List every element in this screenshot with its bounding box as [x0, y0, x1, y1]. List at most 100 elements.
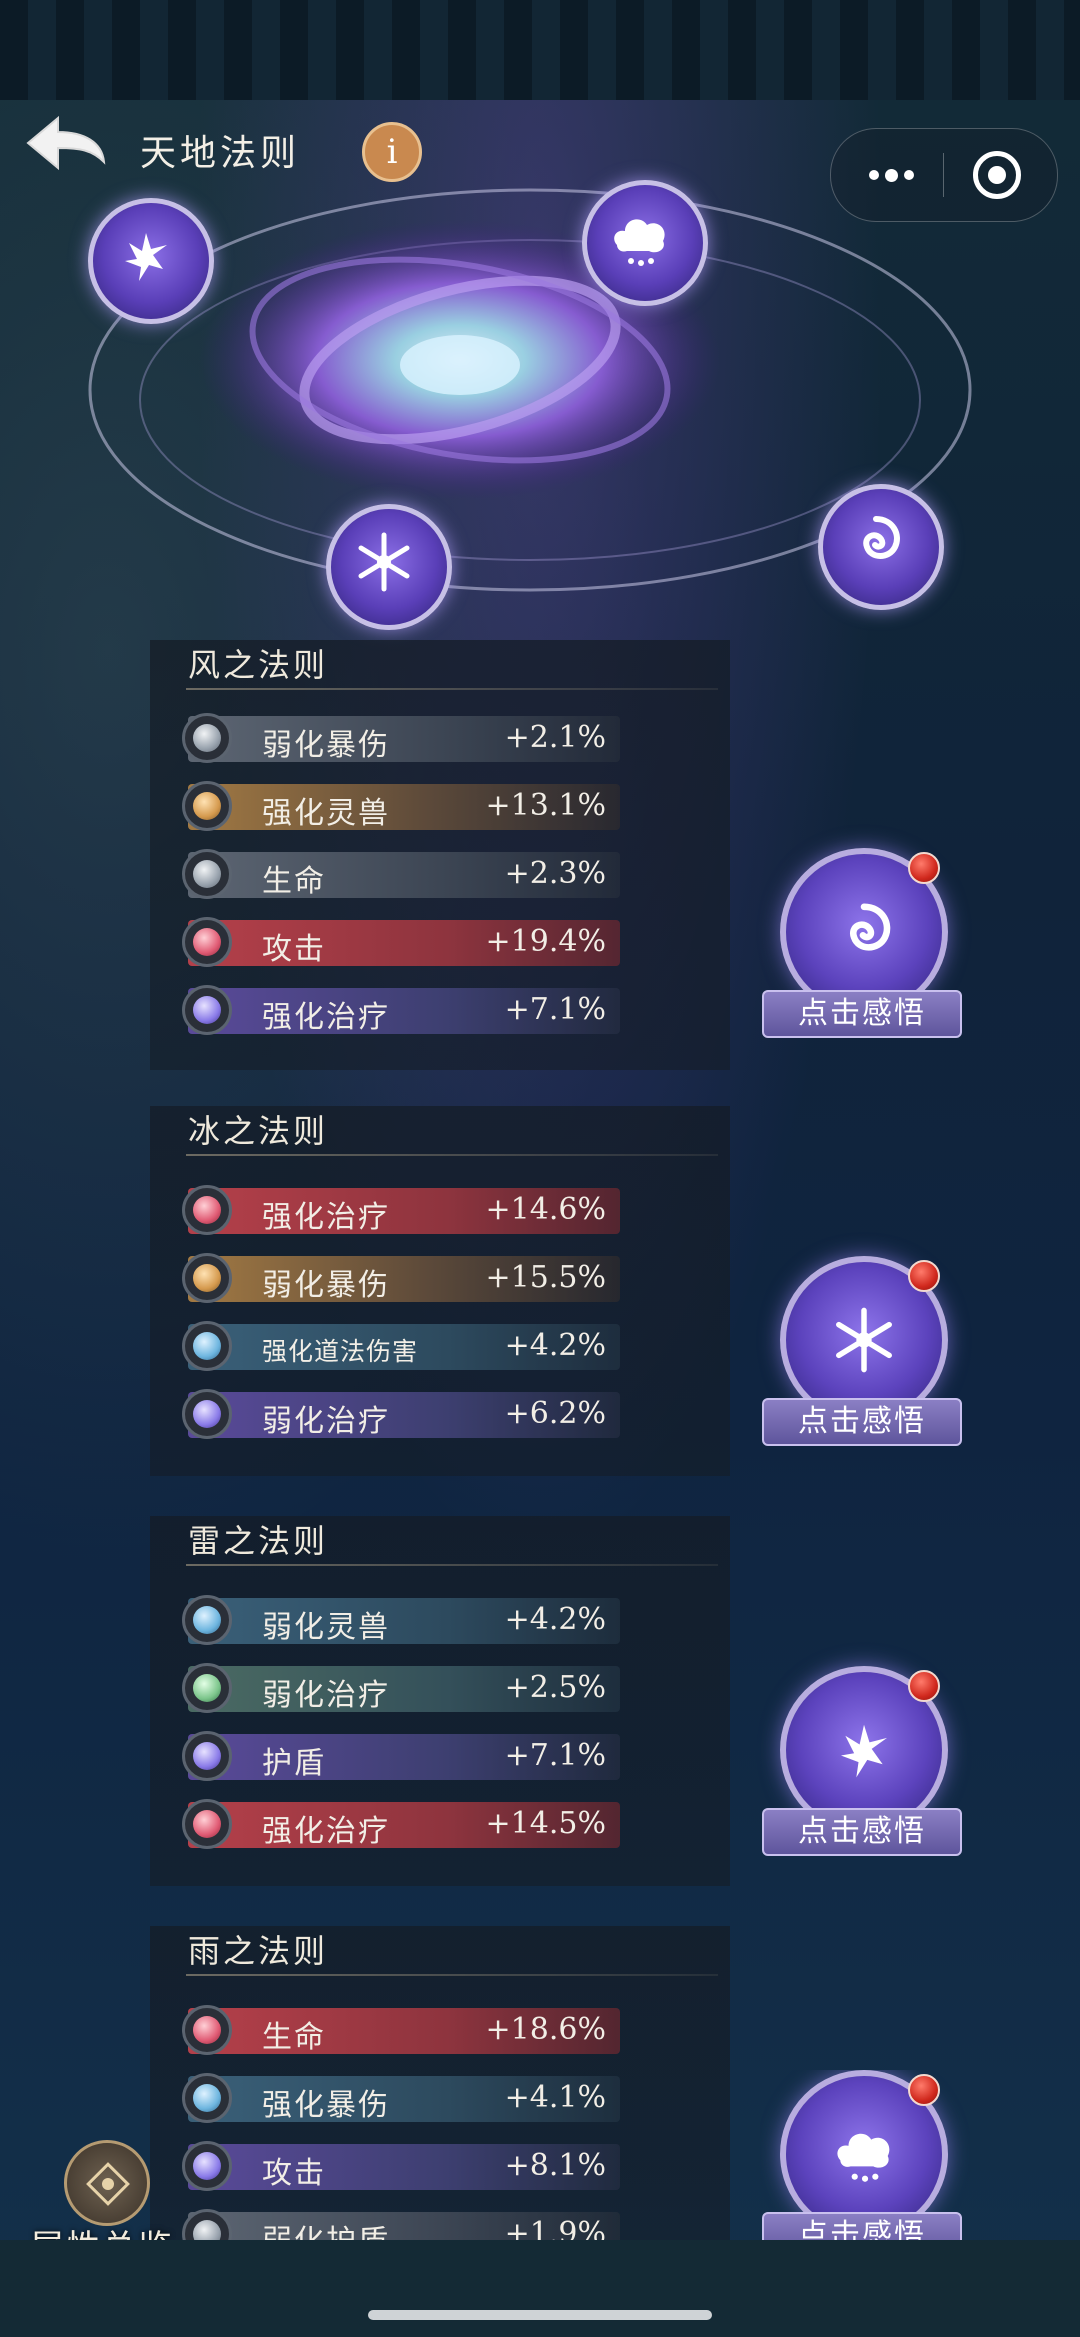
stat-value: +14.5% [485, 1806, 606, 1841]
rain-law-node[interactable] [582, 180, 708, 306]
wind-law-node[interactable] [818, 484, 944, 610]
stat-label: 生命 [262, 864, 326, 899]
gem-icon [182, 1185, 232, 1235]
notification-dot [908, 1260, 940, 1292]
swirl-icon [863, 516, 900, 559]
notification-dot [908, 2074, 940, 2106]
home-indicator[interactable] [368, 2310, 712, 2320]
gem-icon [182, 1799, 232, 1849]
stat-label: 强化治疗 [262, 1000, 390, 1035]
wind-enlighten-button[interactable]: 点击感悟 [760, 848, 970, 1048]
section-title: 冰之法则 [188, 1112, 329, 1150]
stat-value: +15.5% [485, 1260, 606, 1295]
info-button[interactable]: i [362, 122, 422, 182]
section-title: 风之法则 [188, 646, 329, 684]
stat-value: +4.1% [504, 2080, 606, 2115]
stat-label: 弱化暴伤 [262, 728, 390, 763]
cloud-icon [614, 219, 665, 266]
wind-law-section: 风之法则 弱化暴伤 +2.1% 强化灵兽 +13.1% 生命 +2.3% 攻击 +19.… [150, 640, 730, 1070]
gem-icon [182, 1663, 232, 1713]
enlighten-label: 点击感悟 [762, 1398, 962, 1446]
stat-value: +19.4% [485, 924, 606, 959]
lightning-icon [125, 233, 167, 281]
gem-icon [182, 1595, 232, 1645]
stat-value: +8.1% [504, 2148, 606, 2183]
notification-dot [908, 852, 940, 884]
ice-enlighten-button[interactable]: 点击感悟 [760, 1256, 970, 1456]
gem-icon [182, 1731, 232, 1781]
stat-row: 攻击 +19.4% [182, 917, 620, 967]
decorative-bottom-border [0, 2240, 1080, 2337]
thunder-law-section: 雷之法则 弱化灵兽 +4.2% 弱化治疗 +2.5% 护盾 +7.1% 强化治疗 +14… [150, 1516, 730, 1886]
gem-icon [182, 1321, 232, 1371]
stat-value: +18.6% [485, 2012, 606, 2047]
stat-label: 护盾 [262, 1746, 326, 1781]
section-divider [186, 1564, 718, 1566]
gem-icon [182, 2005, 232, 2055]
decorative-top-border [0, 0, 1080, 100]
gem-icon [182, 917, 232, 967]
stat-row: 强化暴伤 +4.1% [182, 2073, 620, 2123]
enlighten-label: 点击感悟 [762, 990, 962, 1038]
stat-value: +7.1% [504, 1738, 606, 1773]
stat-label: 攻击 [262, 932, 326, 967]
gem-icon [182, 985, 232, 1035]
stat-row: 弱化治疗 +6.2% [182, 1389, 620, 1439]
gem-icon [182, 1389, 232, 1439]
thunder-law-node[interactable] [88, 198, 214, 324]
lightning-icon [840, 1724, 888, 1778]
stat-row: 弱化护盾 +1.9% [182, 2209, 620, 2240]
ice-law-section: 冰之法则 强化治疗 +14.6% 弱化暴伤 +15.5% 强化道法伤害 +4.2% 弱… [150, 1106, 730, 1476]
ice-law-node[interactable] [326, 504, 452, 630]
back-arrow-icon[interactable] [22, 112, 108, 174]
stat-value: +2.1% [504, 720, 606, 755]
notification-dot [908, 1670, 940, 1702]
stat-value: +4.2% [504, 1328, 606, 1363]
section-title: 雨之法则 [188, 1932, 329, 1970]
rain-enlighten-button[interactable]: 点击感悟 [760, 2070, 970, 2240]
gem-icon [182, 849, 232, 899]
stat-row: 弱化治疗 +2.5% [182, 1663, 620, 1713]
stat-row: 攻击 +8.1% [182, 2141, 620, 2191]
section-title: 雷之法则 [188, 1522, 329, 1560]
stat-row: 弱化暴伤 +2.1% [182, 713, 620, 763]
stat-label: 弱化灵兽 [262, 1610, 390, 1645]
stat-row: 护盾 +7.1% [182, 1731, 620, 1781]
stat-label: 弱化暴伤 [262, 1268, 390, 1303]
stat-row: 强化治疗 +14.5% [182, 1799, 620, 1849]
stat-value: +14.6% [485, 1192, 606, 1227]
gem-icon [182, 1253, 232, 1303]
stat-row: 生命 +2.3% [182, 849, 620, 899]
stat-label: 强化治疗 [262, 1200, 390, 1235]
stat-row: 强化治疗 +14.6% [182, 1185, 620, 1235]
swirl-icon [850, 903, 891, 951]
ornament-icon [64, 2140, 150, 2226]
stat-value: +13.1% [485, 788, 606, 823]
gem-icon [182, 781, 232, 831]
section-divider [186, 1974, 718, 1976]
cloud-icon [837, 2133, 890, 2182]
stat-row: 弱化灵兽 +4.2% [182, 1595, 620, 1645]
stat-label: 弱化护盾 [262, 2216, 390, 2240]
stat-value: +1.9% [504, 2216, 606, 2240]
section-divider [186, 688, 718, 690]
stat-row: 强化道法伤害 +4.2% [182, 1321, 620, 1371]
thunder-enlighten-button[interactable]: 点击感悟 [760, 1666, 970, 1866]
gem-icon [182, 2073, 232, 2123]
stat-value: +2.5% [504, 1670, 606, 1705]
enlighten-label: 点击感悟 [762, 1808, 962, 1856]
stat-label: 强化道法伤害 [262, 1337, 419, 1366]
stat-value: +6.2% [504, 1396, 606, 1431]
section-divider [186, 1154, 718, 1156]
rain-law-section: 雨之法则 生命 +18.6% 强化暴伤 +4.1% 攻击 +8.1% 弱化护盾 +1.9… [150, 1926, 730, 2240]
stat-value: +7.1% [504, 992, 606, 1027]
snowflake-icon [836, 1307, 892, 1373]
stat-label: 弱化治疗 [262, 1678, 390, 1713]
gem-icon [182, 713, 232, 763]
stat-label: 强化治疗 [262, 1814, 390, 1849]
stat-value: +2.3% [504, 856, 606, 891]
stat-label: 攻击 [262, 2156, 326, 2191]
stat-label: 强化灵兽 [262, 796, 390, 831]
stat-row: 强化灵兽 +13.1% [182, 781, 620, 831]
stat-row: 强化治疗 +7.1% [182, 985, 620, 1035]
